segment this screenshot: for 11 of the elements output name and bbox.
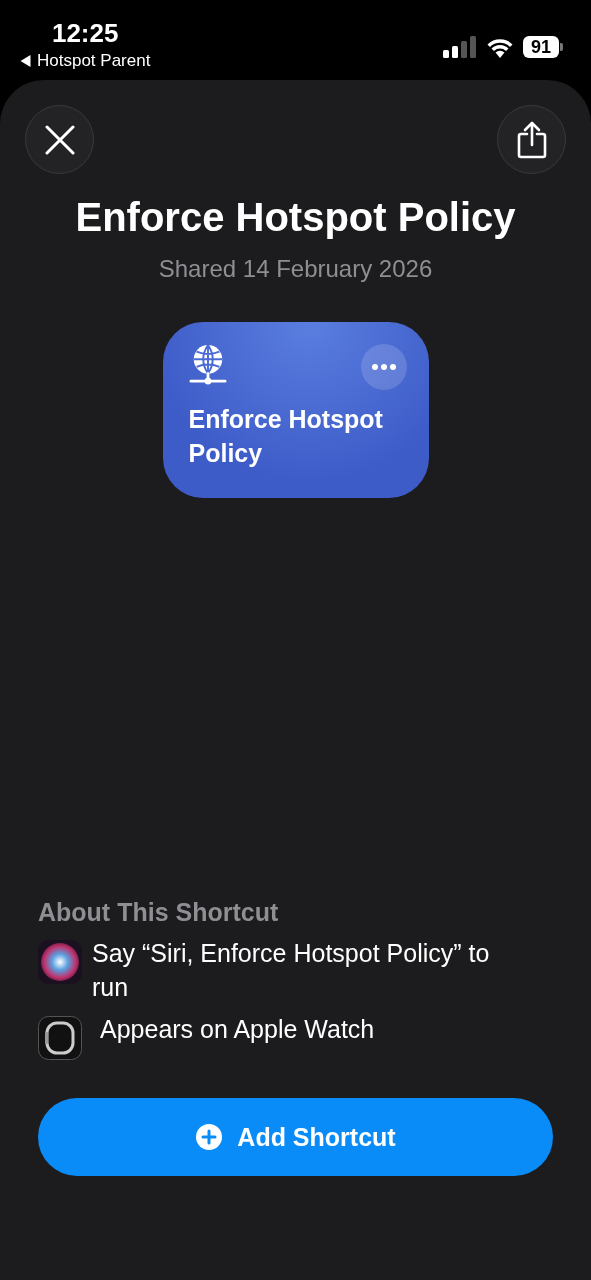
section-heading: About This Shortcut — [37, 897, 280, 928]
add-shortcut-button[interactable]: Add Shortcut — [38, 1098, 553, 1176]
info-text: Appears on Apple Watch — [99, 1014, 376, 1045]
sheet-title: Enforce Hotspot Policy — [75, 194, 516, 241]
battery-indicator: 91 — [522, 36, 563, 58]
shared-date: Shared 14 February 2026 — [158, 254, 433, 284]
info-text: Say “Siri, Enforce Hotspot Policy” to run — [92, 938, 491, 1003]
shortcut-name: Enforce Hotspot Policy — [188, 404, 384, 469]
clock-time: 12:25 — [51, 18, 119, 48]
shortcut-card[interactable]: Enforce Hotspot Policy — [162, 322, 429, 498]
back-link[interactable]: Hotspot Parent — [20, 50, 151, 72]
